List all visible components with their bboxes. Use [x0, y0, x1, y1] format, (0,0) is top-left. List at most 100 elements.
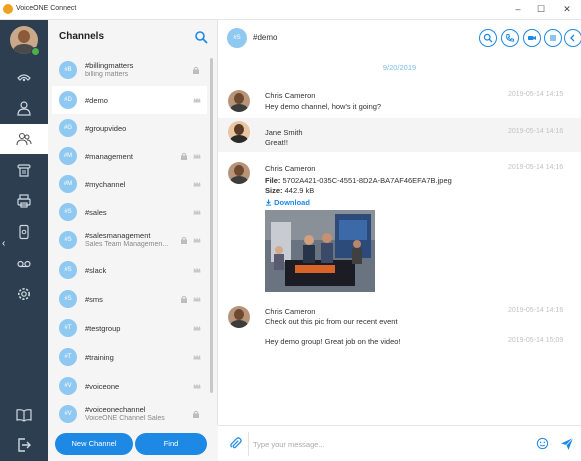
channel-name: #slack [85, 266, 107, 275]
lock-icon [181, 295, 187, 303]
file-name: 5702A421-035C-4551-8D2A-BA7AF46EFA7B.jpe… [282, 176, 452, 185]
channel-item-management[interactable]: #M #management [52, 142, 207, 170]
avatar [228, 306, 250, 328]
channel-item-groupvideo[interactable]: #G #groupvideo [52, 114, 207, 142]
avatar [228, 121, 250, 143]
conversation-badge: #S [227, 28, 247, 48]
back-button[interactable] [564, 29, 581, 47]
search-icon [483, 33, 493, 43]
channel-badge: #S [59, 290, 77, 308]
crown-icon [193, 237, 201, 243]
app-logo-icon [3, 4, 13, 14]
channel-name: #testgroup [85, 324, 121, 333]
message-item: Jane Smith Great!! 2019-05-14 14:16 [218, 118, 581, 152]
channel-item-voiceone[interactable]: #V #voiceone [52, 372, 207, 400]
event-photo [265, 210, 375, 292]
message-time: 2019-05-14 14:16 [508, 307, 564, 314]
channel-item-testgroup[interactable]: #T #testgroup [52, 314, 207, 342]
channel-description: Sales Team Managemen... [85, 241, 169, 248]
channel-badge: #T [59, 348, 77, 366]
download-link[interactable]: Download [265, 198, 310, 207]
app-title: VoiceONE Connect [16, 5, 77, 12]
file-info: File: 5702A421-035C-4551-8D2A-BA7AF46EFA… [265, 176, 452, 185]
send-icon[interactable] [560, 437, 574, 451]
channel-name: #groupvideo [85, 124, 127, 133]
channel-badge: #M [59, 175, 77, 193]
channel-item-voiceonechannel[interactable]: #V #voiceonechannel VoiceONE Channel Sal… [52, 400, 207, 428]
channel-name: #mychannel [85, 180, 126, 189]
channel-name: #sales [85, 208, 107, 217]
phone-call-icon [506, 34, 515, 42]
contacts-icon[interactable] [0, 93, 48, 123]
maximize-button[interactable]: ☐ [532, 3, 550, 16]
crown-icon [193, 97, 201, 103]
book-icon[interactable] [0, 400, 48, 430]
conversation-title: #demo [253, 33, 278, 42]
channel-badge: #D [59, 91, 77, 109]
channel-item-salesmanagement[interactable]: #S #salesmanagement Sales Team Managemen… [52, 226, 207, 254]
channel-name: #voiceonechannel [85, 405, 146, 414]
channel-badge: #S [59, 231, 77, 249]
lock-icon [193, 410, 199, 418]
channel-name: #management [85, 152, 133, 161]
phone-icon[interactable] [0, 155, 48, 185]
channel-badge: #V [59, 405, 77, 423]
logout-icon[interactable] [0, 430, 48, 460]
find-button[interactable]: Find [135, 433, 207, 455]
message-input[interactable] [253, 433, 483, 455]
channel-list-scrollbar[interactable] [210, 58, 213, 393]
message-text: Great!! [265, 138, 288, 147]
channel-item-sales[interactable]: #S #sales [52, 198, 207, 226]
message-text: Check out this pic from our recent event [265, 317, 398, 326]
channels-title: Channels [59, 31, 105, 42]
attached-image[interactable] [265, 210, 375, 292]
minimize-button[interactable]: – [509, 3, 527, 16]
crown-icon [193, 296, 201, 302]
conversation-header: #S #demo [218, 20, 581, 56]
call-button[interactable] [501, 29, 519, 47]
avatar [228, 162, 250, 184]
search-messages-button[interactable] [479, 29, 497, 47]
channel-name: #billingmatters [85, 61, 134, 70]
attachment-icon[interactable] [229, 437, 242, 450]
channel-badge: #T [59, 319, 77, 337]
crown-icon [193, 267, 201, 273]
channel-badge: #M [59, 147, 77, 165]
video-call-button[interactable] [523, 29, 541, 47]
channel-item-billingmatters[interactable]: #B #billingmatters billing matters [52, 56, 207, 84]
size-value: 442.9 kB [284, 186, 315, 195]
channel-item-training[interactable]: #T #training [52, 343, 207, 371]
message-time: 2019-05-14 14:16 [508, 128, 564, 135]
title-bar: VoiceONE Connect – ☐ ✕ [0, 0, 581, 20]
channel-badge: #B [59, 61, 77, 79]
presence-status-icon [31, 47, 40, 56]
speed-dial-icon[interactable] [0, 62, 48, 92]
voicemail-icon[interactable] [0, 248, 48, 278]
channel-menu-button[interactable] [544, 29, 562, 47]
channel-name: #training [85, 353, 114, 362]
channels-icon[interactable] [0, 124, 48, 154]
search-icon[interactable] [194, 30, 208, 44]
channel-item-mychannel[interactable]: #M #mychannel [52, 170, 207, 198]
close-button[interactable]: ✕ [558, 3, 576, 16]
settings-icon[interactable] [0, 279, 48, 309]
emoji-icon[interactable] [536, 437, 549, 450]
message-item: Hey demo group! Great job on the video! … [218, 334, 581, 354]
channels-panel: Channels #B #billingmatters billing matt… [48, 20, 218, 461]
file-label: File [265, 176, 278, 185]
message-sender: Chris Cameron [265, 91, 316, 100]
message-time: 2019-05-14 14:15 [508, 91, 564, 98]
channel-item-sms[interactable]: #S #sms [52, 285, 207, 313]
channel-item-demo[interactable]: #D #demo [52, 86, 207, 114]
channel-item-slack[interactable]: #S #slack [52, 256, 207, 284]
lock-icon [181, 236, 187, 244]
size-label: Size [265, 186, 281, 195]
fax-icon[interactable] [0, 186, 48, 216]
message-time: 2019-05-14 14:16 [508, 164, 564, 171]
channel-badge: #S [59, 261, 77, 279]
channel-badge: #G [59, 119, 77, 137]
message-time: 2019-05-14 15:09 [508, 337, 564, 344]
channels-header: Channels [48, 20, 218, 56]
new-channel-button[interactable]: New Channel [55, 433, 133, 455]
channel-name: #demo [85, 96, 108, 105]
